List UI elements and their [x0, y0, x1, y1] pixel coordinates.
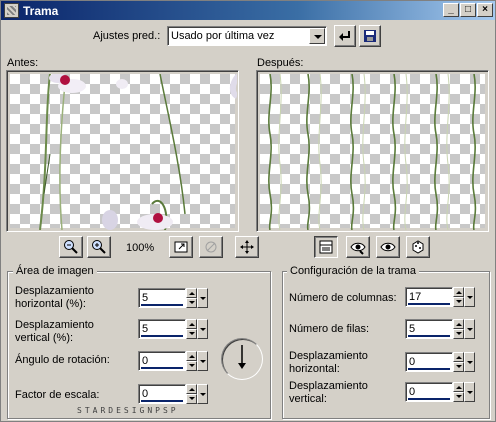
h-offset-pct-input[interactable]: 5	[138, 288, 186, 308]
tile-v-offset-spinner[interactable]: 0	[405, 382, 475, 402]
tile-v-offset-input[interactable]: 0	[405, 382, 453, 402]
auto-proof-icon	[350, 242, 366, 255]
window-title: Trama	[23, 4, 59, 18]
zoom-out-button[interactable]	[59, 236, 83, 258]
scale-up[interactable]	[186, 384, 197, 394]
scale-input[interactable]: 0	[138, 384, 186, 404]
h-offset-pct-menu[interactable]	[197, 288, 208, 308]
before-label: Antes:	[7, 57, 39, 69]
eye-icon	[380, 242, 396, 252]
navigate-button[interactable]	[169, 236, 193, 258]
v-offset-pct-up[interactable]	[186, 319, 197, 329]
zoom-out-icon	[64, 240, 78, 254]
presets-label: Ajustes pred.:	[93, 30, 161, 42]
scale-down[interactable]	[186, 394, 197, 404]
pan-icon	[240, 240, 254, 254]
columns-input[interactable]: 17	[405, 287, 453, 307]
proof-button[interactable]	[199, 236, 223, 258]
rotation-label: Ángulo de rotación:	[15, 354, 110, 366]
rotation-spinner[interactable]: 0	[138, 351, 208, 371]
chevron-down-icon[interactable]	[309, 28, 325, 44]
h-offset-pct-spinner[interactable]: 5	[138, 288, 208, 308]
h-offset-pct-up[interactable]	[186, 288, 197, 298]
zoom-in-button[interactable]	[87, 236, 111, 258]
reset-arrow-icon	[339, 31, 350, 41]
app-icon	[4, 3, 19, 18]
preview-layout-icon	[319, 240, 333, 254]
proof-icon	[205, 241, 217, 253]
tile-v-offset-label: Desplazamiento vertical:	[289, 380, 368, 405]
navigate-icon	[174, 241, 188, 253]
v-offset-pct-down[interactable]	[186, 329, 197, 339]
tile-h-offset-down[interactable]	[453, 362, 464, 372]
columns-down[interactable]	[453, 297, 464, 307]
rotation-up[interactable]	[186, 351, 197, 361]
tile-h-offset-label: Desplazamiento horizontal:	[289, 350, 368, 375]
rotation-down[interactable]	[186, 361, 197, 371]
rotation-dial[interactable]	[221, 338, 263, 380]
presets-dropdown[interactable]: Usado por última vez	[167, 26, 327, 46]
scale-label: Factor de escala:	[15, 389, 100, 401]
rows-down[interactable]	[453, 329, 464, 339]
save-disk-icon	[364, 30, 376, 42]
rows-label: Número de filas:	[289, 323, 370, 335]
tile-h-offset-spinner[interactable]: 0	[405, 352, 475, 372]
tile-h-offset-menu[interactable]	[464, 352, 475, 372]
v-offset-pct-label: Desplazamiento vertical (%):	[15, 319, 94, 344]
columns-label: Número de columnas:	[289, 292, 397, 304]
zoom-level: 100%	[126, 242, 155, 254]
after-image	[268, 74, 477, 230]
close-button[interactable]: ×	[477, 3, 493, 17]
rows-menu[interactable]	[464, 319, 475, 339]
preview-layout-button[interactable]	[314, 236, 338, 258]
after-label: Después:	[257, 57, 304, 69]
trama-dialog: Trama _ □ × Ajustes pred.: Usado por últ…	[0, 0, 496, 422]
pan-button[interactable]	[235, 236, 259, 258]
rows-input[interactable]: 5	[405, 319, 453, 339]
columns-spinner[interactable]: 17	[405, 287, 475, 307]
scale-menu[interactable]	[197, 384, 208, 404]
before-preview[interactable]	[6, 70, 239, 232]
columns-menu[interactable]	[464, 287, 475, 307]
v-offset-pct-spinner[interactable]: 5	[138, 319, 208, 339]
maximize-button[interactable]: □	[460, 3, 476, 17]
h-offset-pct-label: Desplazamiento horizontal (%):	[15, 285, 94, 310]
tile-v-offset-up[interactable]	[453, 382, 464, 392]
reset-preset-button[interactable]	[334, 25, 356, 47]
rotation-menu[interactable]	[197, 351, 208, 371]
zoom-in-icon	[92, 240, 106, 254]
tile-h-offset-up[interactable]	[453, 352, 464, 362]
tile-v-offset-menu[interactable]	[464, 382, 475, 402]
randomize-dice-icon	[412, 240, 424, 254]
v-offset-pct-input[interactable]: 5	[138, 319, 186, 339]
title-bar[interactable]: Trama _ □ ×	[1, 1, 495, 20]
save-preset-button[interactable]	[359, 25, 381, 47]
presets-selected-value: Usado por última vez	[171, 30, 275, 42]
rotation-input[interactable]: 0	[138, 351, 186, 371]
rows-up[interactable]	[453, 319, 464, 329]
rows-spinner[interactable]: 5	[405, 319, 475, 339]
after-preview[interactable]	[256, 70, 489, 232]
h-offset-pct-down[interactable]	[186, 298, 197, 308]
randomize-button[interactable]	[406, 236, 430, 258]
minimize-button[interactable]: _	[443, 3, 459, 17]
tile-v-offset-down[interactable]	[453, 392, 464, 402]
eye-button[interactable]	[376, 236, 400, 258]
scale-spinner[interactable]: 0	[138, 384, 208, 404]
tile-h-offset-input[interactable]: 0	[405, 352, 453, 372]
image-area-title: Área de imagen	[13, 265, 97, 277]
columns-up[interactable]	[453, 287, 464, 297]
dial-pointer-icon	[238, 345, 246, 369]
before-image	[39, 74, 237, 230]
auto-proof-button[interactable]	[346, 236, 370, 258]
v-offset-pct-menu[interactable]	[197, 319, 208, 339]
tile-config-title: Configuración de la trama	[287, 265, 419, 277]
watermark-text: STARDESIGNPSP	[77, 406, 179, 415]
